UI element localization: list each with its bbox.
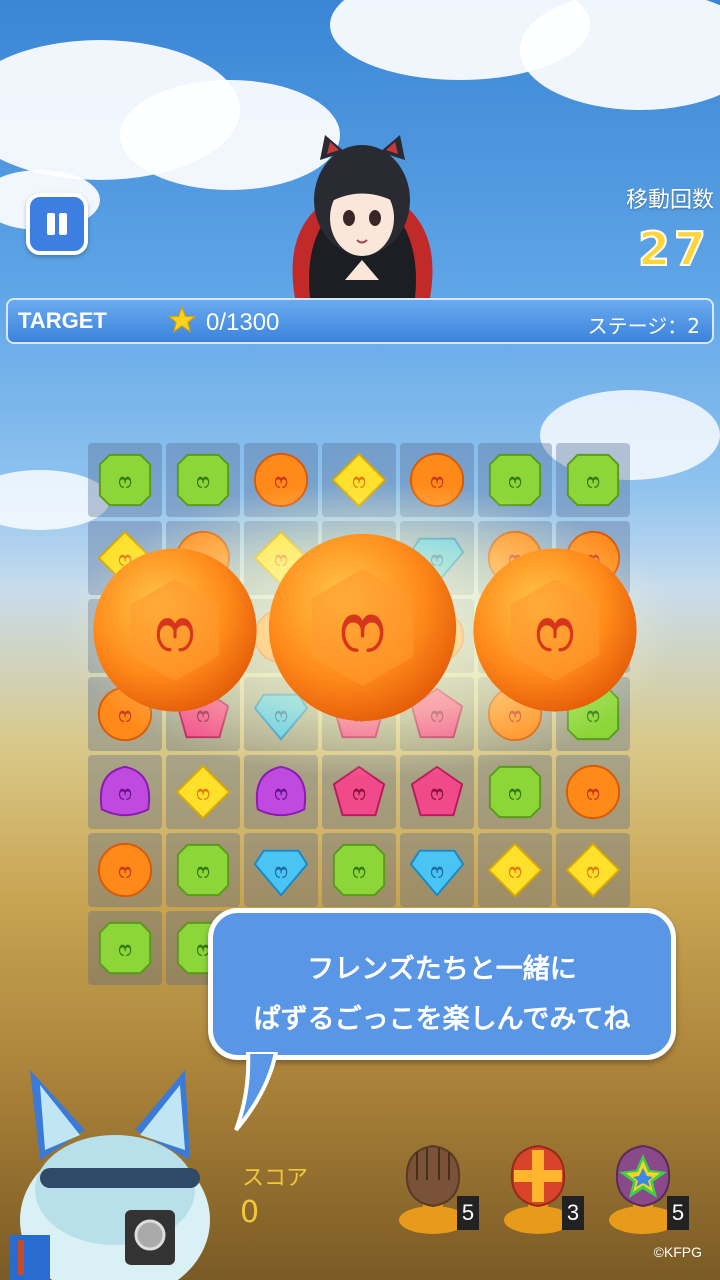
svg-text:ෆ: ෆ [586, 470, 599, 493]
game-scene: 移動回数 27 TARGET 0/1300 ステージ：2 ෆ ෆ ෆ ෆ ෆ ෆ ෆ ෆ ෆ ෆ ෆ… [0, 0, 720, 1280]
pause-icon [47, 213, 55, 235]
pause-icon [59, 213, 67, 235]
svg-text:ෆ: ෆ [508, 782, 521, 805]
item-count: 5 [457, 1196, 479, 1230]
target-progress: 0/1300 [206, 309, 280, 336]
orange-gem-icon: ෆ [97, 842, 153, 898]
score-value: 0 [240, 1195, 260, 1230]
svg-text:ෆ: ෆ [586, 782, 599, 805]
pause-button[interactable] [26, 193, 88, 255]
svg-text:ෆ: ෆ [196, 782, 209, 805]
cloud-decoration [520, 0, 720, 110]
purple-gem-icon: ෆ [99, 765, 151, 817]
board-cell[interactable]: ෆ [166, 833, 240, 907]
svg-text:ෆ: ෆ [352, 860, 365, 883]
lucky-beast-mascot [10, 1070, 210, 1280]
friend-character [292, 135, 433, 298]
board-cell[interactable]: ෆ [400, 833, 474, 907]
svg-text:ෆ: ෆ [196, 470, 209, 493]
speech-bubble-tail [234, 1052, 279, 1132]
svg-text:ෆ: ෆ [274, 782, 287, 805]
item-count: 5 [667, 1196, 689, 1230]
moves-counter: 27 [637, 221, 710, 277]
board-cell[interactable]: ෆ [556, 833, 630, 907]
orange-gem-icon: ෆ [565, 764, 621, 820]
target-bar: TARGET 0/1300 ステージ：2 [6, 298, 714, 344]
yellow-gem-icon: ෆ [487, 842, 543, 898]
green-gem-icon: ෆ [332, 843, 386, 897]
item-button-rainbow[interactable]: 5 [605, 1140, 689, 1240]
blue-gem-icon: ෆ [409, 849, 465, 897]
board-cell[interactable]: ෆ [88, 911, 162, 985]
dialog-line-2: ぱずるごっこを楽しんでみてね [253, 1004, 631, 1035]
svg-text:ෆ: ෆ [118, 938, 131, 961]
svg-text:ෆ: ෆ [535, 596, 574, 664]
svg-text:ෆ: ෆ [340, 589, 385, 667]
target-label: TARGET [18, 308, 107, 333]
copyright-text: ©KFPG [653, 1244, 702, 1260]
board-cell[interactable]: ෆ [166, 755, 240, 829]
big-orange-gem: ෆ [268, 533, 457, 722]
board-cell[interactable]: ෆ [478, 833, 552, 907]
green-gem-icon: ෆ [176, 843, 230, 897]
svg-text:ෆ: ෆ [430, 860, 443, 883]
board-cell[interactable]: ෆ [88, 833, 162, 907]
svg-text:ෆ: ෆ [196, 860, 209, 883]
yellow-gem-icon: ෆ [565, 842, 621, 898]
blue-gem-icon: ෆ [253, 849, 309, 897]
item-button-paw[interactable]: 5 [395, 1140, 479, 1240]
item-count: 3 [562, 1196, 584, 1230]
green-gem-icon: ෆ [98, 921, 152, 975]
svg-text:ෆ: ෆ [352, 782, 365, 805]
svg-text:ෆ: ෆ [118, 782, 131, 805]
svg-text:ෆ: ෆ [274, 860, 287, 883]
board-cell[interactable]: ෆ [556, 443, 630, 517]
green-gem-icon: ෆ [98, 453, 152, 507]
board-cell[interactable]: ෆ [322, 833, 396, 907]
svg-text:ෆ: ෆ [586, 860, 599, 883]
star-icon [168, 306, 196, 334]
big-orange-gem: ෆ [93, 548, 257, 712]
score-label: スコア [242, 1166, 309, 1191]
green-gem-icon: ෆ [566, 453, 620, 507]
svg-text:ෆ: ෆ [508, 860, 521, 883]
dialog-line-1: フレンズたちと一緒に [307, 954, 577, 985]
board-cell[interactable]: ෆ [244, 833, 318, 907]
green-gem-icon: ෆ [488, 765, 542, 819]
stage-label: ステージ：2 [587, 314, 700, 338]
tutorial-speech-bubble: フレンズたちと一緒に ぱずるごっこを楽しんでみてね [208, 908, 676, 1060]
moves-label: 移動回数 [625, 188, 714, 213]
board-cell[interactable]: ෆ [88, 443, 162, 517]
svg-text:ෆ: ෆ [508, 470, 521, 493]
board-cell[interactable]: ෆ [556, 755, 630, 829]
svg-text:ෆ: ෆ [118, 860, 131, 883]
yellow-gem-icon: ෆ [175, 764, 231, 820]
big-orange-gem: ෆ [473, 548, 637, 712]
board-cell[interactable]: ෆ [88, 755, 162, 829]
svg-text:ෆ: ෆ [430, 782, 443, 805]
svg-text:ෆ: ෆ [155, 596, 194, 664]
item-button-cross[interactable]: 3 [500, 1140, 584, 1240]
svg-text:ෆ: ෆ [118, 470, 131, 493]
